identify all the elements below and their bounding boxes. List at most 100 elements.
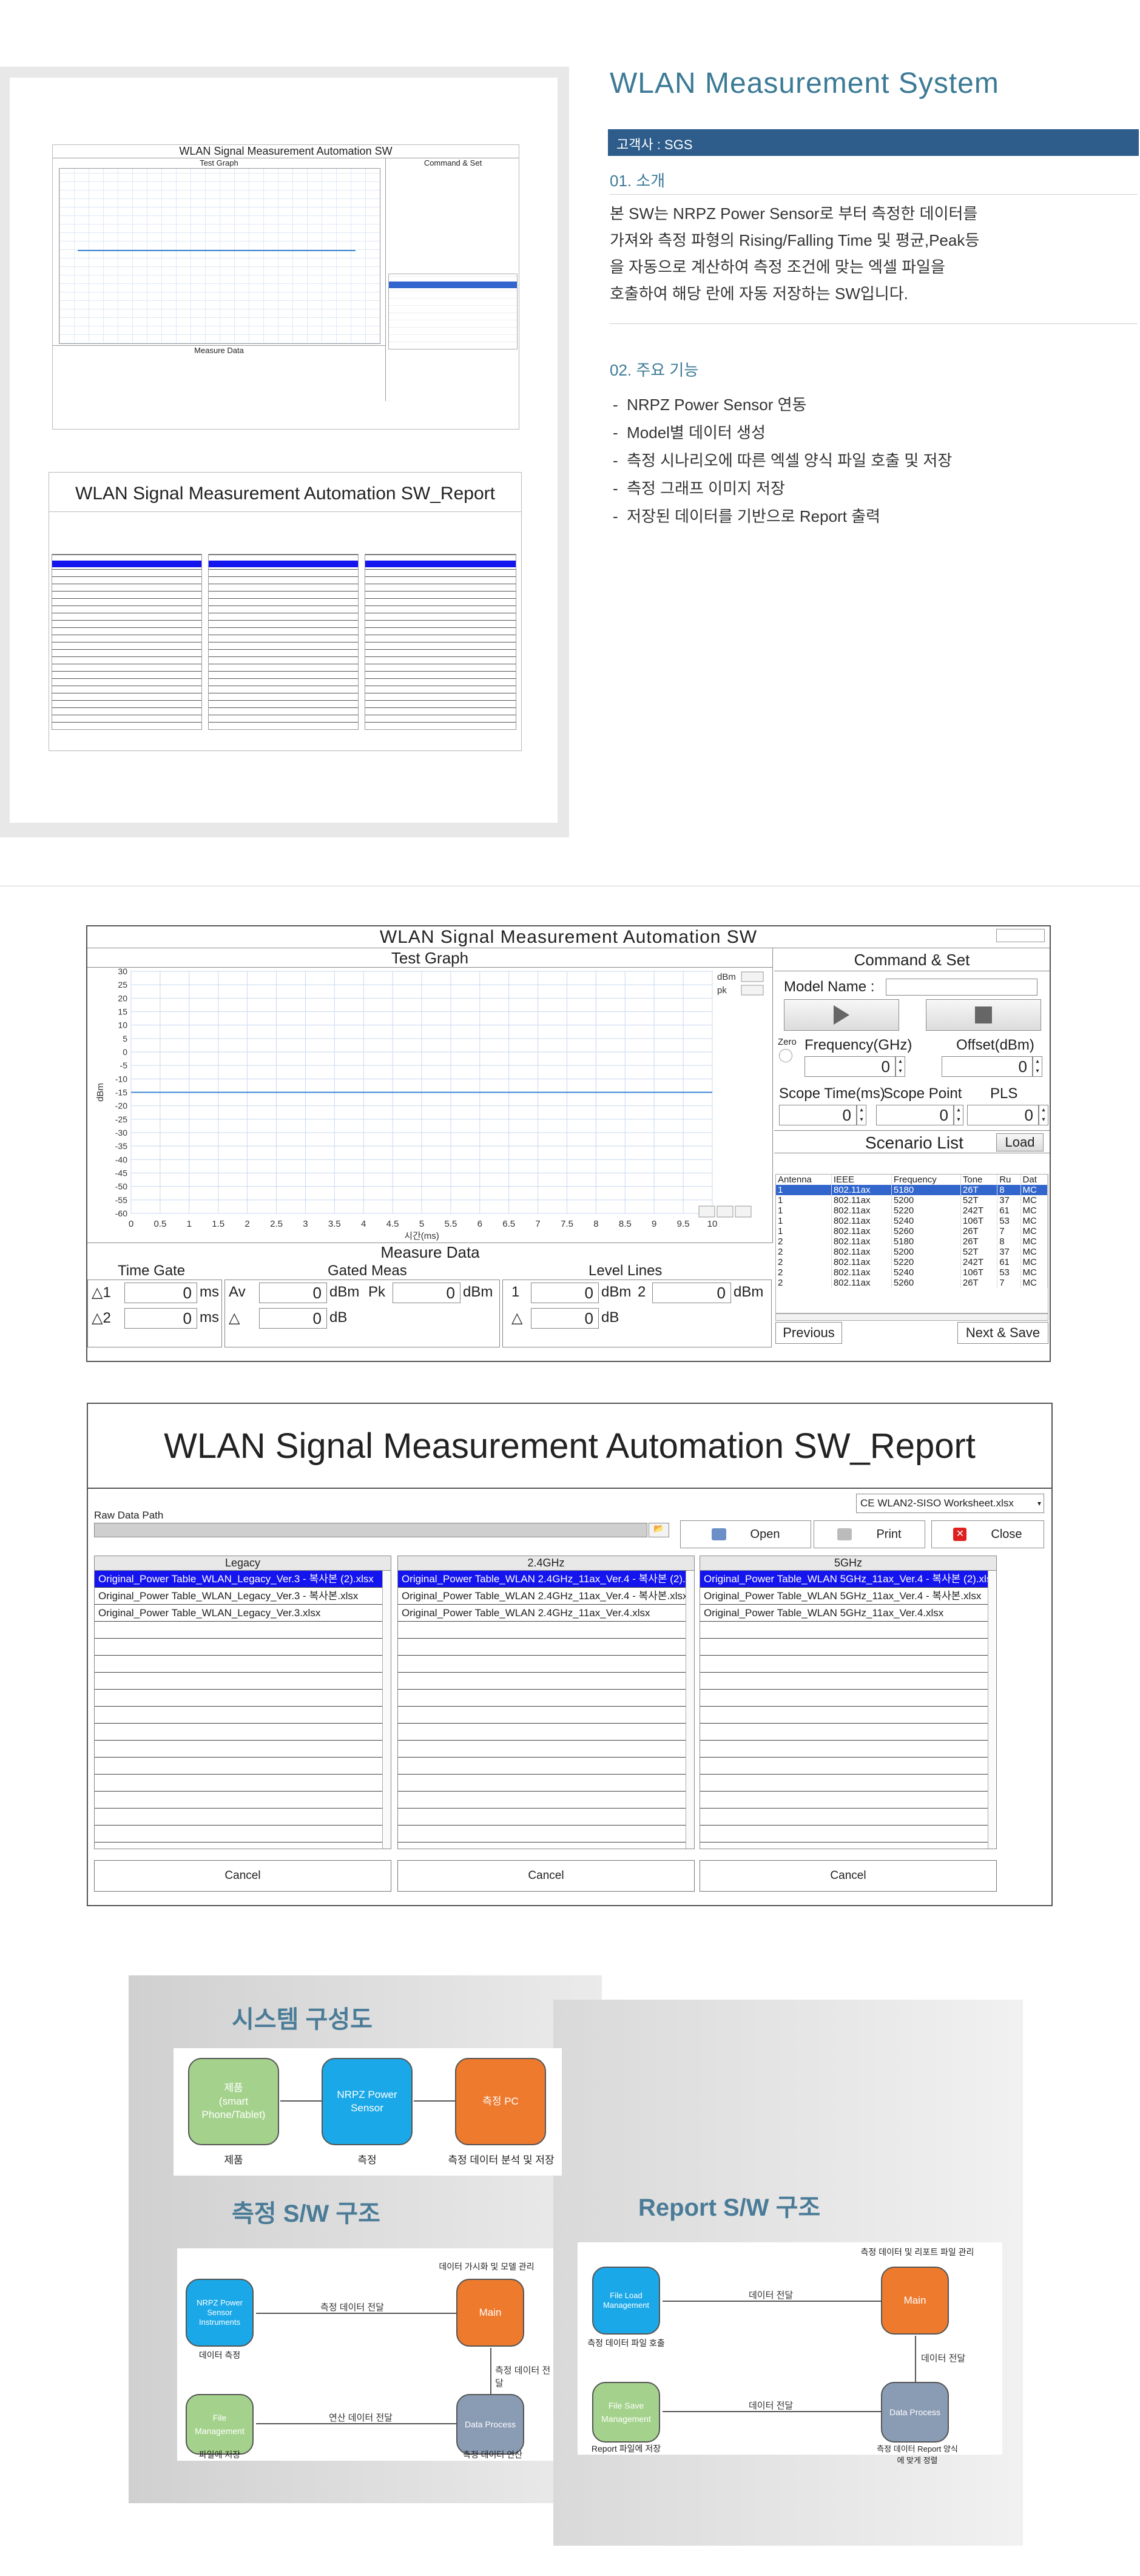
list-item-empty[interactable] [398,1826,694,1843]
list-item[interactable]: Original_Power Table_WLAN 2.4GHz_11ax_Ve… [398,1605,694,1622]
list-item-empty[interactable] [95,1707,391,1724]
scenario-row[interactable]: 1 802.11ax 5220 242T 61 MC [776,1205,1048,1216]
open-button[interactable]: Open [680,1520,811,1548]
frequency-input[interactable]: 0 [804,1056,895,1077]
list-scrollbar[interactable] [988,1571,996,1849]
list-item-empty[interactable] [398,1639,694,1656]
list-item-empty[interactable] [95,1809,391,1826]
scope-point-spinner[interactable]: ▴ ▾ [954,1105,963,1125]
list-item-empty[interactable] [398,1741,694,1758]
list-item[interactable]: Original_Power Table_WLAN 5GHz_11ax_Ver.… [700,1588,996,1605]
delta1-input[interactable]: 0 [124,1283,197,1303]
list-item-empty[interactable] [95,1724,391,1741]
scope-time-spinner[interactable]: ▴ ▾ [857,1105,866,1125]
list-item[interactable]: Original_Power Table_WLAN 5GHz_11ax_Ver.… [700,1571,996,1588]
report-list-2[interactable]: 5GHz Original_Power Table_WLAN 5GHz_11ax_… [700,1556,997,1849]
list-item-empty[interactable] [700,1775,996,1792]
report-list-0[interactable]: Legacy Original_Power Table_WLAN_Legacy_V… [94,1556,391,1849]
list-item-empty[interactable] [700,1690,996,1707]
list-item-empty[interactable] [398,1724,694,1741]
list-item[interactable]: Original_Power Table_WLAN 5GHz_11ax_Ver.… [700,1605,996,1622]
frequency-spinner[interactable]: ▴ ▾ [895,1056,905,1077]
list-item-empty[interactable] [700,1707,996,1724]
list-item-empty[interactable] [95,1622,391,1639]
list-item-empty[interactable] [398,1809,694,1826]
scenario-row[interactable]: 1 802.11ax 5240 106T 53 MC [776,1216,1048,1226]
offset-spinner[interactable]: ▴ ▾ [1033,1056,1042,1077]
list-scrollbar[interactable] [686,1571,694,1849]
cancel-button[interactable]: Cancel [700,1860,997,1892]
list-item[interactable]: Original_Power Table_WLAN_Legacy_Ver.3.x… [95,1605,391,1622]
play-button[interactable] [784,999,899,1031]
gated-delta-input[interactable]: 0 [259,1308,327,1329]
pls-spinner[interactable]: ▴ ▾ [1039,1105,1048,1125]
list-item-empty[interactable] [95,1741,391,1758]
zero-radio[interactable] [779,1049,792,1062]
list-item-empty[interactable] [95,1826,391,1843]
list-item[interactable]: Original_Power Table_WLAN_Legacy_Ver.3 -… [95,1571,391,1588]
scenario-table[interactable]: Antenna IEEE Frequency Tone Ru Dat 1 802.11ax 51… [775,1174,1048,1313]
list-item-empty[interactable] [700,1741,996,1758]
next-save-button[interactable]: Next & Save [957,1322,1048,1344]
scope-point-input[interactable]: 0 [876,1105,954,1125]
list-scrollbar[interactable] [382,1571,391,1849]
worksheet-select[interactable]: CE WLAN2-SISO Worksheet.xlsx ▾ [856,1494,1044,1513]
list-item-empty[interactable] [398,1792,694,1809]
close-button[interactable]: ✕ Close [931,1520,1044,1548]
raw-path-input[interactable] [94,1523,647,1537]
pls-input[interactable]: 0 [967,1105,1039,1125]
window-control[interactable] [996,929,1045,942]
list-item-empty[interactable] [95,1758,391,1775]
scenario-scrollbar[interactable] [775,1313,1048,1321]
scope-time-input[interactable]: 0 [779,1105,857,1125]
scenario-row[interactable]: 1 802.11ax 5260 26T 7 MC [776,1226,1048,1236]
folder-icon[interactable]: 📂 [649,1523,669,1537]
list-item[interactable]: Original_Power Table_WLAN_Legacy_Ver.3 -… [95,1588,391,1605]
previous-button[interactable]: Previous [775,1322,842,1344]
list-item-empty[interactable] [700,1809,996,1826]
model-name-input[interactable] [886,979,1037,996]
list-item-empty[interactable] [95,1775,391,1792]
scenario-row[interactable]: 1 802.11ax 5200 52T 37 MC [776,1195,1048,1205]
print-button[interactable]: Print [814,1520,925,1548]
scenario-row[interactable]: 2 802.11ax 5180 26T 8 MC [776,1236,1048,1247]
cancel-button[interactable]: Cancel [397,1860,695,1892]
delta2-input[interactable]: 0 [124,1308,197,1329]
av-input[interactable]: 0 [259,1283,327,1303]
level2-input[interactable]: 0 [652,1283,731,1303]
list-item-empty[interactable] [398,1690,694,1707]
scenario-row[interactable]: 2 802.11ax 5240 106T 53 MC [776,1267,1048,1278]
list-item-empty[interactable] [700,1656,996,1673]
list-item-empty[interactable] [95,1673,391,1690]
list-item-empty[interactable] [398,1707,694,1724]
list-item[interactable]: Original_Power Table_WLAN 2.4GHz_11ax_Ve… [398,1571,694,1588]
list-item-empty[interactable] [700,1758,996,1775]
zoom-out-icon[interactable] [735,1205,752,1218]
level-delta-input[interactable]: 0 [531,1308,599,1329]
scenario-grid[interactable]: Antenna IEEE Frequency Tone Ru Dat 1 802.11ax 51… [776,1175,1048,1288]
list-item-empty[interactable] [95,1656,391,1673]
list-item-empty[interactable] [95,1792,391,1809]
list-item-empty[interactable] [700,1792,996,1809]
scenario-row[interactable]: 1 802.11ax 5180 26T 8 MC [776,1185,1048,1195]
list-item-empty[interactable] [398,1656,694,1673]
list-item-empty[interactable] [700,1826,996,1843]
list-item-empty[interactable] [398,1622,694,1639]
list-item[interactable]: Original_Power Table_WLAN 2.4GHz_11ax_Ve… [398,1588,694,1605]
list-item-empty[interactable] [398,1673,694,1690]
zoom-in-icon[interactable] [698,1205,715,1218]
cancel-button[interactable]: Cancel [94,1860,391,1892]
list-item-empty[interactable] [95,1639,391,1656]
pan-icon[interactable] [717,1205,734,1218]
scenario-row[interactable]: 2 802.11ax 5220 242T 61 MC [776,1257,1048,1267]
level1-input[interactable]: 0 [531,1283,599,1303]
list-item-empty[interactable] [700,1724,996,1741]
load-button[interactable]: Load [996,1133,1044,1151]
scenario-row[interactable]: 2 802.11ax 5260 26T 7 MC [776,1278,1048,1288]
list-item-empty[interactable] [398,1775,694,1792]
pk-input[interactable]: 0 [393,1283,460,1303]
list-item-empty[interactable] [700,1622,996,1639]
report-list-1[interactable]: 2.4GHz Original_Power Table_WLAN 2.4GHz_1… [397,1556,695,1849]
list-item-empty[interactable] [700,1673,996,1690]
list-item-empty[interactable] [95,1690,391,1707]
